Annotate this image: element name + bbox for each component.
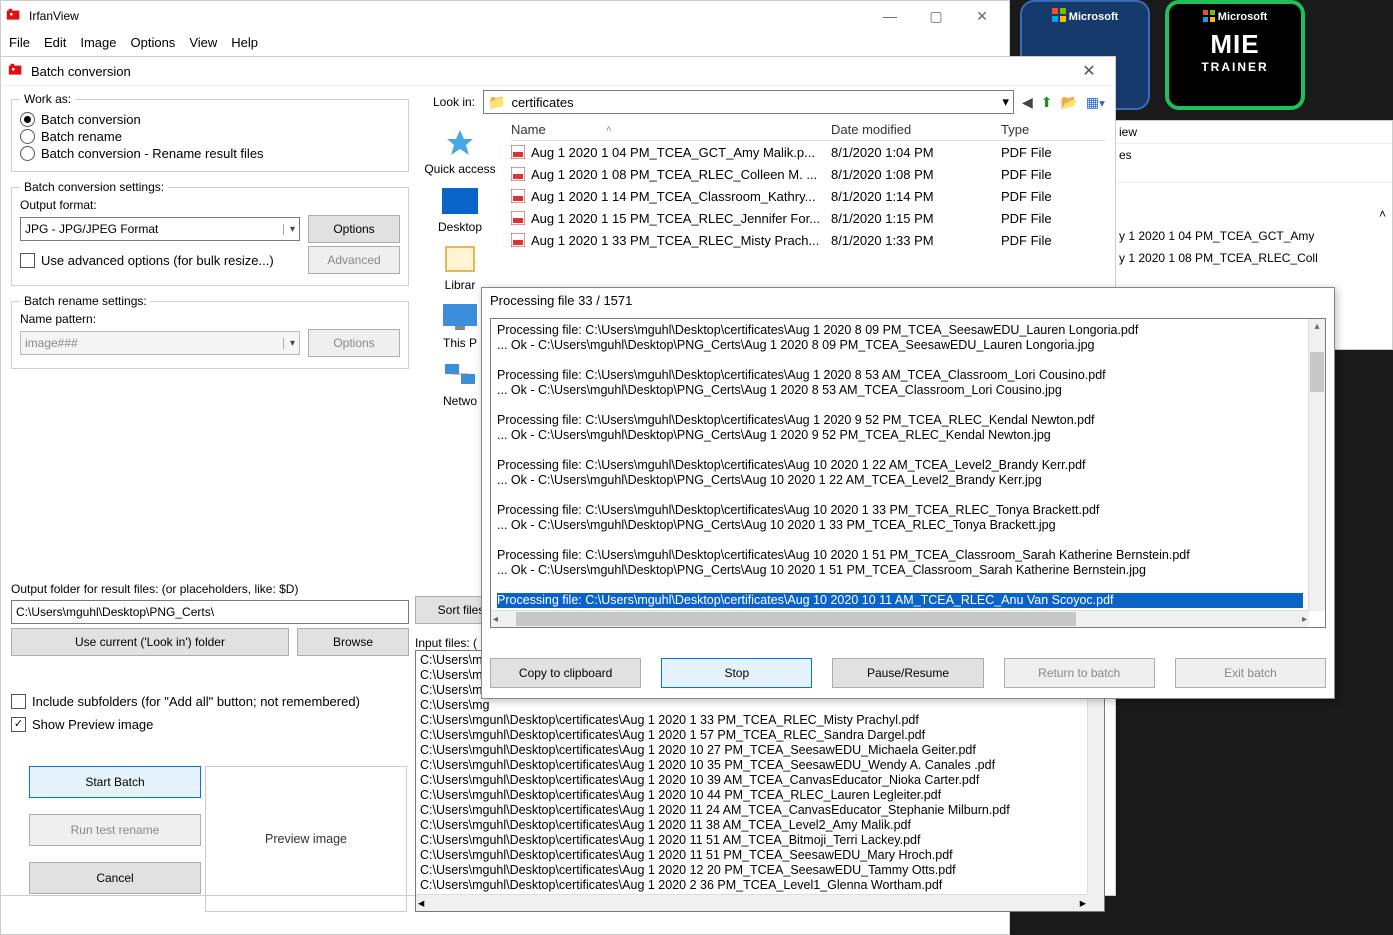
- list-item[interactable]: C:\Users\mguhl\Desktop\certificates\Aug …: [420, 728, 1100, 743]
- include-subfolders-checkbox[interactable]: Include subfolders (for "Add all" button…: [11, 694, 409, 709]
- conv-settings-legend: Batch conversion settings:: [20, 180, 168, 194]
- output-folder-label: Output folder for result files: (or plac…: [11, 582, 409, 596]
- dialog-close-button[interactable]: ✕: [1069, 61, 1109, 81]
- browse-button[interactable]: Browse: [297, 628, 409, 656]
- output-format-combo[interactable]: JPG - JPG/JPEG Format▾: [20, 217, 300, 241]
- menu-edit[interactable]: Edit: [44, 35, 66, 50]
- list-item[interactable]: C:\Users\mguhl\Desktop\certificates\Aug …: [420, 758, 1100, 773]
- list-item[interactable]: C:\Users\mg: [420, 698, 1100, 713]
- start-batch-button[interactable]: Start Batch: [29, 766, 201, 798]
- work-as-group: Work as: Batch conversion Batch rename B…: [11, 92, 409, 172]
- progress-log[interactable]: Processing file: C:\Users\mguhl\Desktop\…: [490, 318, 1326, 628]
- list-item[interactable]: C:\Users\mguhl\Desktop\certificates\Aug …: [420, 743, 1100, 758]
- dialog-title: Batch conversion: [31, 64, 1069, 79]
- menu-file[interactable]: File: [9, 35, 30, 50]
- chevron-down-icon: ▾: [283, 224, 295, 235]
- views-icon[interactable]: ▦▾: [1086, 94, 1105, 111]
- pdf-icon: [511, 145, 525, 159]
- file-row[interactable]: Aug 1 2020 1 04 PM_TCEA_GCT_Amy Malik.p.…: [511, 141, 1105, 163]
- look-in-label: Look in:: [415, 95, 475, 109]
- menu-image[interactable]: Image: [80, 35, 116, 50]
- desktop-badge-mie: Microsoft MIE TRAINER: [1165, 0, 1305, 110]
- list-item[interactable]: C:\Users\mguhl\Desktop\certificates\Aug …: [420, 878, 1100, 893]
- list-item[interactable]: C:\Users\mguhl\Desktop\certificates\Aug …: [420, 788, 1100, 803]
- stop-button[interactable]: Stop: [661, 658, 812, 688]
- vertical-scrollbar[interactable]: ▴: [1308, 319, 1325, 611]
- pdf-icon: [511, 189, 525, 203]
- back-icon[interactable]: ◀: [1022, 94, 1033, 111]
- col-type[interactable]: Type: [1001, 122, 1081, 137]
- folder-icon: 📁: [488, 94, 505, 111]
- rename-options-button: Options: [308, 329, 400, 357]
- advanced-options-checkbox[interactable]: Use advanced options (for bulk resize...…: [20, 253, 300, 268]
- titlebar: IrfanView — ▢ ✕: [1, 1, 1009, 31]
- file-row[interactable]: Aug 1 2020 1 14 PM_TCEA_Classroom_Kathry…: [511, 185, 1105, 207]
- copy-to-clipboard-button[interactable]: Copy to clipboard: [490, 658, 641, 688]
- pause-resume-button[interactable]: Pause/Resume: [832, 658, 983, 688]
- pdf-icon: [511, 233, 525, 247]
- sort-asc-icon: ˄: [606, 124, 612, 135]
- run-test-rename-button: Run test rename: [29, 814, 201, 846]
- output-folder-field[interactable]: C:\Users\mguhl\Desktop\PNG_Certs\: [11, 600, 409, 624]
- list-item[interactable]: C:\Users\mguhl\Desktop\certificates\Aug …: [420, 848, 1100, 863]
- cancel-button[interactable]: Cancel: [29, 862, 201, 894]
- radio-batch-conversion[interactable]: Batch conversion: [20, 112, 400, 127]
- scrollbar-thumb[interactable]: [516, 612, 1076, 626]
- exit-batch-button: Exit batch: [1175, 658, 1326, 688]
- place-quick-access[interactable]: Quick access: [415, 126, 505, 176]
- output-format-label: Output format:: [20, 198, 400, 212]
- list-item[interactable]: C:\Users\mguhl\Desktop\certificates\Aug …: [420, 833, 1100, 848]
- file-row[interactable]: Aug 1 2020 1 08 PM_TCEA_RLEC_Colleen M. …: [511, 163, 1105, 185]
- advanced-button: Advanced: [308, 246, 400, 274]
- menu-help[interactable]: Help: [231, 35, 258, 50]
- look-in-combo[interactable]: 📁 certificates ▾: [483, 90, 1014, 114]
- maximize-button[interactable]: ▢: [913, 1, 959, 31]
- return-to-batch-button: Return to batch: [1004, 658, 1155, 688]
- use-current-folder-button[interactable]: Use current ('Look in') folder: [11, 628, 289, 656]
- list-item[interactable]: C:\Users\mguhl\Desktop\certificates\Aug …: [420, 803, 1100, 818]
- close-button[interactable]: ✕: [959, 1, 1005, 31]
- list-item[interactable]: C:\Users\mguhl\Desktop\certificates\Aug …: [420, 863, 1100, 878]
- place-libraries[interactable]: Librar: [415, 242, 505, 292]
- up-icon[interactable]: ⬆: [1041, 94, 1053, 111]
- pdf-icon: [511, 211, 525, 225]
- rename-settings-legend: Batch rename settings:: [20, 294, 151, 308]
- scrollbar-thumb[interactable]: [1310, 352, 1324, 392]
- file-row[interactable]: Aug 1 2020 1 33 PM_TCEA_RLEC_Misty Prach…: [511, 229, 1105, 251]
- list-item[interactable]: C:\Users\mguhl\Desktop\certificates\Aug …: [420, 773, 1100, 788]
- progress-title: Processing file 33 / 1571: [482, 288, 1334, 313]
- chevron-down-icon: ▾: [1002, 94, 1009, 110]
- pdf-icon: [511, 167, 525, 181]
- col-name[interactable]: Name˄: [511, 122, 831, 137]
- menu-view[interactable]: View: [189, 35, 217, 50]
- menubar: File Edit Image Options View Help: [1, 31, 1009, 53]
- show-preview-checkbox[interactable]: Show Preview image: [11, 717, 409, 732]
- horizontal-scrollbar[interactable]: ◂▸: [416, 894, 1088, 911]
- chevron-down-icon: ▾: [283, 338, 295, 349]
- menu-options[interactable]: Options: [131, 35, 176, 50]
- name-pattern-label: Name pattern:: [20, 312, 400, 326]
- conversion-settings-group: Batch conversion settings: Output format…: [11, 180, 409, 286]
- app-title: IrfanView: [29, 9, 867, 23]
- current-processing-line: Processing file: C:\Users\mguhl\Desktop\…: [497, 593, 1303, 608]
- horizontal-scrollbar[interactable]: ◂ ▸: [491, 610, 1309, 627]
- minimize-button[interactable]: —: [867, 1, 913, 31]
- list-item[interactable]: C:\Users\mgunl\Desktop\certificates\Aug …: [420, 713, 1100, 728]
- place-desktop[interactable]: Desktop: [415, 184, 505, 234]
- app-icon: [5, 7, 23, 25]
- batch-progress-dialog: Processing file 33 / 1571 Processing fil…: [481, 287, 1335, 699]
- rename-settings-group: Batch rename settings: Name pattern: ima…: [11, 294, 409, 369]
- radio-batch-conv-rename[interactable]: Batch conversion - Rename result files: [20, 146, 400, 161]
- work-as-legend: Work as:: [20, 92, 75, 106]
- new-folder-icon[interactable]: 📂: [1060, 94, 1077, 111]
- radio-batch-rename[interactable]: Batch rename: [20, 129, 400, 144]
- list-item[interactable]: C:\Users\mguhl\Desktop\certificates\Aug …: [420, 818, 1100, 833]
- col-date[interactable]: Date modified: [831, 122, 1001, 137]
- preview-image-box: Preview image: [205, 766, 407, 912]
- dialog-icon: [7, 62, 25, 80]
- file-row[interactable]: Aug 1 2020 1 15 PM_TCEA_RLEC_Jennifer Fo…: [511, 207, 1105, 229]
- name-pattern-combo: image###▾: [20, 331, 300, 355]
- format-options-button[interactable]: Options: [308, 215, 400, 243]
